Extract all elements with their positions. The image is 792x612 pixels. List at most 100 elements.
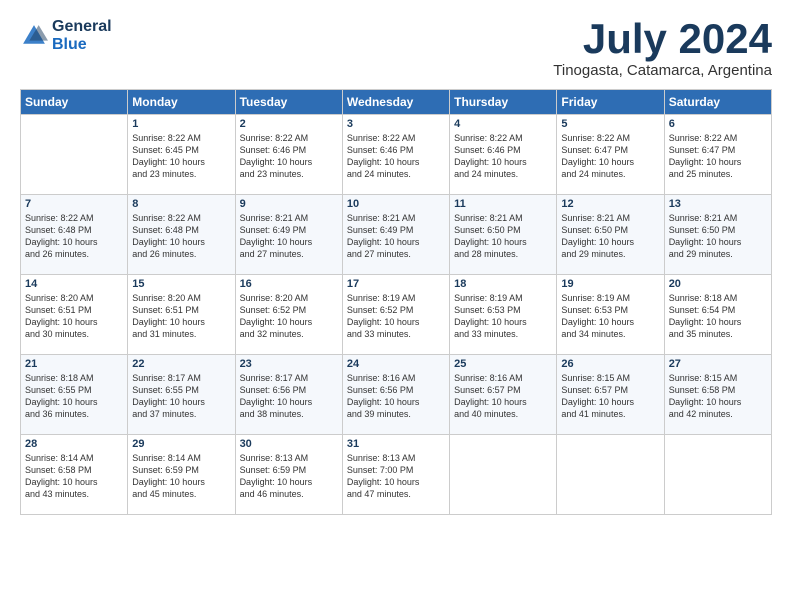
day-number: 31 — [347, 438, 445, 450]
calendar-cell — [21, 115, 128, 195]
calendar-cell: 4Sunrise: 8:22 AM Sunset: 6:46 PM Daylig… — [450, 115, 557, 195]
header-cell-tuesday: Tuesday — [235, 90, 342, 115]
header-cell-sunday: Sunday — [21, 90, 128, 115]
day-number: 15 — [132, 278, 230, 290]
calendar-cell: 10 Sunrise: 8:21 AM Sunset: 6:49 PM Dayli… — [342, 195, 449, 275]
cell-info: Sunrise: 8:22 AM Sunset: 6:46 PM Dayligh… — [347, 132, 445, 181]
cell-info: Sunrise: 8:22 AM Sunset: 6:48 PM Dayligh… — [132, 212, 230, 261]
calendar-cell: 19Sunrise: 8:19 AM Sunset: 6:53 PM Dayli… — [557, 275, 664, 355]
header-cell-wednesday: Wednesday — [342, 90, 449, 115]
header-row: SundayMondayTuesdayWednesdayThursdayFrid… — [21, 90, 772, 115]
calendar-cell: 13 Sunrise: 8:21 AM Sunset: 6:50 PM Dayli… — [664, 195, 771, 275]
logo-text: General Blue — [52, 18, 112, 53]
day-number: 21 — [25, 358, 123, 370]
cell-info: Sunrise: 8:18 AM Sunset: 6:55 PM Dayligh… — [25, 372, 123, 421]
day-number: 26 — [561, 358, 659, 370]
cell-info: Sunrise: 8:16 AM Sunset: 6:57 PM Dayligh… — [454, 372, 552, 421]
day-number: 12 — [561, 198, 659, 210]
cell-info: Sunrise: 8:13 AM Sunset: 6:59 PM Dayligh… — [240, 452, 338, 501]
calendar-cell: 14 Sunrise: 8:20 AM Sunset: 6:51 PM Dayli… — [21, 275, 128, 355]
cell-info: Sunrise: 8:19 AM Sunset: 6:53 PM Dayligh… — [454, 292, 552, 341]
calendar-cell: 29Sunrise: 8:14 AM Sunset: 6:59 PM Dayli… — [128, 435, 235, 515]
week-row-3: 14 Sunrise: 8:20 AM Sunset: 6:51 PM Dayli… — [21, 275, 772, 355]
day-number: 20 — [669, 278, 767, 290]
calendar-cell: 7Sunrise: 8:22 AM Sunset: 6:48 PM Daylig… — [21, 195, 128, 275]
day-number: 28 — [25, 438, 123, 450]
calendar-cell: 27Sunrise: 8:15 AM Sunset: 6:58 PM Dayli… — [664, 355, 771, 435]
calendar-cell: 23 Sunrise: 8:17 AM Sunset: 6:56 PM Dayli… — [235, 355, 342, 435]
calendar-cell: 9 Sunrise: 8:21 AM Sunset: 6:49 PM Daylig… — [235, 195, 342, 275]
day-number: 22 — [132, 358, 230, 370]
calendar-cell: 22 Sunrise: 8:17 AM Sunset: 6:55 PM Dayli… — [128, 355, 235, 435]
calendar-cell: 17 Sunrise: 8:19 AM Sunset: 6:52 PM Dayli… — [342, 275, 449, 355]
day-number: 9 — [240, 198, 338, 210]
cell-info: Sunrise: 8:21 AM Sunset: 6:49 PM Dayligh… — [347, 212, 445, 261]
month-title: July 2024 — [553, 18, 772, 60]
calendar-table: SundayMondayTuesdayWednesdayThursdayFrid… — [20, 89, 772, 515]
calendar-cell: 18 Sunrise: 8:19 AM Sunset: 6:53 PM Dayli… — [450, 275, 557, 355]
day-number: 23 — [240, 358, 338, 370]
cell-info: Sunrise: 8:20 AM Sunset: 6:51 PM Dayligh… — [25, 292, 123, 341]
calendar-cell: 8 Sunrise: 8:22 AM Sunset: 6:48 PM Daylig… — [128, 195, 235, 275]
day-number: 17 — [347, 278, 445, 290]
cell-info: Sunrise: 8:21 AM Sunset: 6:49 PM Dayligh… — [240, 212, 338, 261]
location: Tinogasta, Catamarca, Argentina — [553, 62, 772, 79]
day-number: 11 — [454, 198, 552, 210]
calendar-cell: 15Sunrise: 8:20 AM Sunset: 6:51 PM Dayli… — [128, 275, 235, 355]
title-area: July 2024 Tinogasta, Catamarca, Argentin… — [553, 18, 772, 79]
cell-info: Sunrise: 8:17 AM Sunset: 6:55 PM Dayligh… — [132, 372, 230, 421]
calendar-cell: 5Sunrise: 8:22 AM Sunset: 6:47 PM Daylig… — [557, 115, 664, 195]
day-number: 29 — [132, 438, 230, 450]
cell-info: Sunrise: 8:19 AM Sunset: 6:53 PM Dayligh… — [561, 292, 659, 341]
day-number: 8 — [132, 198, 230, 210]
header-cell-monday: Monday — [128, 90, 235, 115]
cell-info: Sunrise: 8:15 AM Sunset: 6:57 PM Dayligh… — [561, 372, 659, 421]
header-cell-friday: Friday — [557, 90, 664, 115]
cell-info: Sunrise: 8:22 AM Sunset: 6:46 PM Dayligh… — [454, 132, 552, 181]
cell-info: Sunrise: 8:17 AM Sunset: 6:56 PM Dayligh… — [240, 372, 338, 421]
cell-info: Sunrise: 8:21 AM Sunset: 6:50 PM Dayligh… — [669, 212, 767, 261]
day-number: 30 — [240, 438, 338, 450]
header-cell-thursday: Thursday — [450, 90, 557, 115]
day-number: 10 — [347, 198, 445, 210]
week-row-1: 1Sunrise: 8:22 AM Sunset: 6:45 PM Daylig… — [21, 115, 772, 195]
cell-info: Sunrise: 8:19 AM Sunset: 6:52 PM Dayligh… — [347, 292, 445, 341]
day-number: 14 — [25, 278, 123, 290]
cell-info: Sunrise: 8:22 AM Sunset: 6:47 PM Dayligh… — [669, 132, 767, 181]
header-cell-saturday: Saturday — [664, 90, 771, 115]
day-number: 3 — [347, 118, 445, 130]
calendar-cell: 12Sunrise: 8:21 AM Sunset: 6:50 PM Dayli… — [557, 195, 664, 275]
calendar-cell: 1Sunrise: 8:22 AM Sunset: 6:45 PM Daylig… — [128, 115, 235, 195]
calendar-cell — [557, 435, 664, 515]
calendar-cell: 3 Sunrise: 8:22 AM Sunset: 6:46 PM Daylig… — [342, 115, 449, 195]
page: General Blue July 2024 Tinogasta, Catama… — [0, 0, 792, 527]
day-number: 16 — [240, 278, 338, 290]
calendar-cell: 21 Sunrise: 8:18 AM Sunset: 6:55 PM Dayli… — [21, 355, 128, 435]
calendar-cell: 20Sunrise: 8:18 AM Sunset: 6:54 PM Dayli… — [664, 275, 771, 355]
logo-icon — [20, 22, 48, 50]
calendar-cell: 28 Sunrise: 8:14 AM Sunset: 6:58 PM Dayli… — [21, 435, 128, 515]
calendar-cell: 24Sunrise: 8:16 AM Sunset: 6:56 PM Dayli… — [342, 355, 449, 435]
cell-info: Sunrise: 8:14 AM Sunset: 6:58 PM Dayligh… — [25, 452, 123, 501]
calendar-cell: 2Sunrise: 8:22 AM Sunset: 6:46 PM Daylig… — [235, 115, 342, 195]
day-number: 18 — [454, 278, 552, 290]
cell-info: Sunrise: 8:21 AM Sunset: 6:50 PM Dayligh… — [454, 212, 552, 261]
calendar-cell: 6 Sunrise: 8:22 AM Sunset: 6:47 PM Daylig… — [664, 115, 771, 195]
cell-info: Sunrise: 8:22 AM Sunset: 6:46 PM Dayligh… — [240, 132, 338, 181]
day-number: 24 — [347, 358, 445, 370]
logo: General Blue — [20, 18, 112, 53]
cell-info: Sunrise: 8:20 AM Sunset: 6:52 PM Dayligh… — [240, 292, 338, 341]
day-number: 6 — [669, 118, 767, 130]
calendar-cell — [450, 435, 557, 515]
cell-info: Sunrise: 8:22 AM Sunset: 6:45 PM Dayligh… — [132, 132, 230, 181]
calendar-cell — [664, 435, 771, 515]
week-row-2: 7 Sunrise: 8:22 AM Sunset: 6:48 PM Daylig… — [21, 195, 772, 275]
week-row-4: 21 Sunrise: 8:18 AM Sunset: 6:55 PM Dayli… — [21, 355, 772, 435]
calendar-cell: 30 Sunrise: 8:13 AM Sunset: 6:59 PM Dayli… — [235, 435, 342, 515]
calendar-cell: 31Sunrise: 8:13 AM Sunset: 7:00 PM Dayli… — [342, 435, 449, 515]
day-number: 13 — [669, 198, 767, 210]
day-number: 5 — [561, 118, 659, 130]
calendar-cell: 26 Sunrise: 8:15 AM Sunset: 6:57 PM Dayli… — [557, 355, 664, 435]
week-row-5: 28 Sunrise: 8:14 AM Sunset: 6:58 PM Dayli… — [21, 435, 772, 515]
day-number: 7 — [25, 198, 123, 210]
